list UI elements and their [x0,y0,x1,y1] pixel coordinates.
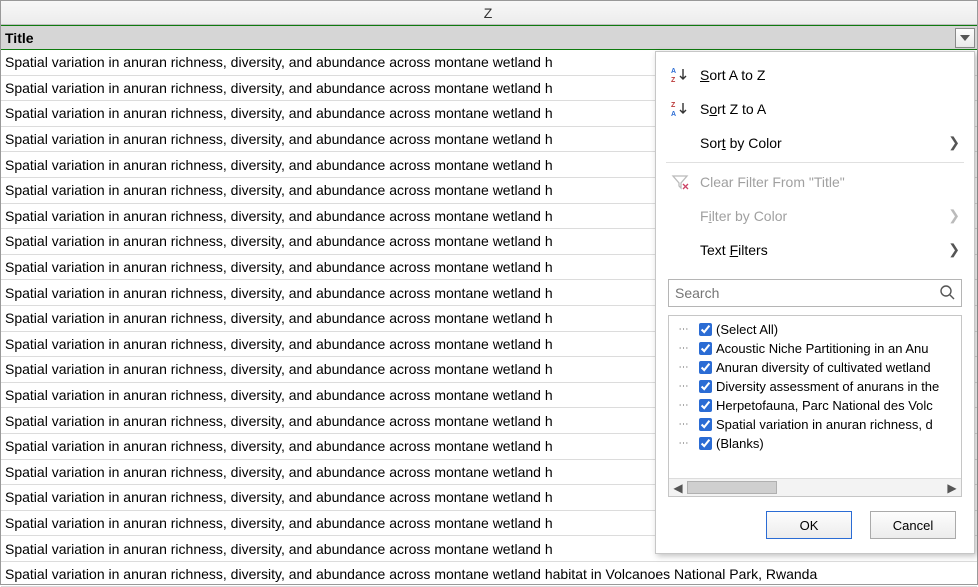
cell-value: Spatial variation in anuran richness, di… [5,464,553,480]
column-letter: Z [484,5,495,21]
sort-az-icon: A Z [670,65,690,85]
text-filters[interactable]: Text Filters ❯ [656,233,974,267]
cell-value: Spatial variation in anuran richness, di… [5,208,553,224]
clear-filter-icon [670,172,690,192]
filter-check-label: Diversity assessment of anurans in the [716,379,939,394]
clear-filter: Clear Filter From "Title" [656,165,974,199]
sort-a-to-z[interactable]: A Z Sort A to Z [656,58,974,92]
filter-check-label: Acoustic Niche Partitioning in an Anu [716,341,928,356]
cell-value: Spatial variation in anuran richness, di… [5,515,553,531]
cell-value: Spatial variation in anuran richness, di… [5,105,553,121]
filter-by-color: Filter by Color ❯ [656,199,974,233]
tree-connector-icon: ⋯ [673,438,695,449]
cell-value: Spatial variation in anuran richness, di… [5,80,553,96]
scroll-right-arrow[interactable]: ▶ [943,479,961,497]
filter-check-item[interactable]: ⋯ Diversity assessment of anurans in the [673,377,957,396]
ok-button[interactable]: OK [766,511,852,539]
cell-value: Spatial variation in anuran richness, di… [5,438,553,454]
cell-value: Spatial variation in anuran richness, di… [5,413,553,429]
cell-value: Spatial variation in anuran richness, di… [5,387,553,403]
sort-za-icon: Z A [670,99,690,119]
filter-check-label: (Select All) [716,322,778,337]
cell-value: Spatial variation in anuran richness, di… [5,489,553,505]
svg-text:A: A [671,68,676,75]
filter-search-box[interactable] [668,279,962,307]
filter-checkbox[interactable] [699,342,712,355]
cell-value: Spatial variation in anuran richness, di… [5,157,553,173]
cell-value: Spatial variation in anuran richness, di… [5,361,553,377]
cell-value: Spatial variation in anuran richness, di… [5,310,553,326]
cancel-button[interactable]: Cancel [870,511,956,539]
svg-text:Z: Z [671,102,676,109]
chevron-down-icon [960,35,970,41]
tree-connector-icon: ⋯ [673,381,695,392]
cell-value: Spatial variation in anuran richness, di… [5,131,553,147]
sort-z-to-a[interactable]: Z A Sort Z to A [656,92,974,126]
cell-value: Spatial variation in anuran richness, di… [5,336,553,352]
tree-connector-icon: ⋯ [673,343,695,354]
filter-check-item[interactable]: ⋯ Herpetofauna, Parc National des Volc [673,396,957,415]
scroll-left-arrow[interactable]: ◀ [669,479,687,497]
cell-value: Spatial variation in anuran richness, di… [5,566,817,582]
filter-check-label: Herpetofauna, Parc National des Volc [716,398,933,413]
chevron-right-icon: ❯ [948,208,960,225]
sort-by-color[interactable]: Sort by Color ❯ [656,126,974,160]
filter-check-label: Spatial variation in anuran richness, d [716,417,933,432]
table-row[interactable]: Spatial variation in anuran richness, di… [1,562,977,587]
filter-check-item[interactable]: ⋯ (Blanks) [673,434,957,453]
filter-check-label: Anuran diversity of cultivated wetland [716,360,931,375]
tree-connector-icon: ⋯ [673,419,695,430]
filter-check-item[interactable]: ⋯ (Select All) [673,320,957,339]
svg-text:A: A [671,111,676,118]
filter-checkbox[interactable] [699,323,712,336]
filter-checkbox[interactable] [699,380,712,393]
filter-checkbox[interactable] [699,399,712,412]
filter-checklist: ⋯ (Select All) ⋯ Acoustic Niche Partitionin… [668,315,962,497]
filter-check-label: (Blanks) [716,436,764,451]
svg-text:Z: Z [671,77,676,84]
column-header-label: Title [5,30,34,46]
filter-check-item[interactable]: ⋯ Anuran diversity of cultivated wetland [673,358,957,377]
filter-check-item[interactable]: ⋯ Spatial variation in anuran richness, d [673,415,957,434]
filter-search-input[interactable] [675,285,933,301]
search-icon [939,284,955,303]
tree-connector-icon: ⋯ [673,400,695,411]
filter-checkbox[interactable] [699,418,712,431]
tree-connector-icon: ⋯ [673,324,695,335]
tree-connector-icon: ⋯ [673,362,695,373]
cell-value: Spatial variation in anuran richness, di… [5,233,553,249]
chevron-right-icon: ❯ [948,242,960,259]
autofilter-panel: A Z Sort A to Z Z A Sort Z to A Sort by … [655,51,975,554]
horizontal-scrollbar[interactable]: ◀ ▶ [669,478,961,496]
cell-value: Spatial variation in anuran richness, di… [5,541,553,557]
filter-checkbox[interactable] [699,361,712,374]
cell-value: Spatial variation in anuran richness, di… [5,182,553,198]
cell-value: Spatial variation in anuran richness, di… [5,285,553,301]
cell-value: Spatial variation in anuran richness, di… [5,54,553,70]
filter-check-item[interactable]: ⋯ Acoustic Niche Partitioning in an Anu [673,339,957,358]
filter-dropdown-button[interactable] [955,28,975,48]
column-letter-bar: Z [1,1,977,25]
chevron-right-icon: ❯ [948,135,960,152]
cell-value: Spatial variation in anuran richness, di… [5,259,553,275]
scroll-thumb[interactable] [687,481,777,494]
filter-checkbox[interactable] [699,437,712,450]
column-header-row[interactable]: Title [1,25,977,50]
